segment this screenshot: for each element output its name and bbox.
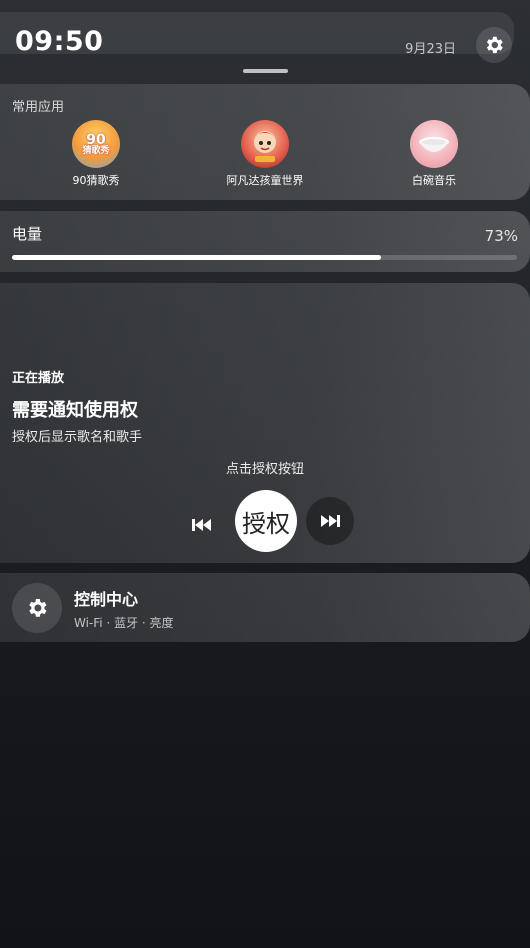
skip-previous-icon — [192, 519, 211, 531]
control-center-subtitle: Wi-Fi · 蓝牙 · 亮度 — [74, 616, 174, 630]
drag-handle[interactable] — [243, 69, 288, 73]
media-title: 需要通知使用权 — [12, 400, 138, 421]
battery-card: 电量 73% — [0, 211, 530, 272]
app-item-white-bowl-music[interactable]: 白碗音乐 — [364, 120, 504, 188]
white-bowl-music-app-icon — [410, 120, 458, 168]
app-label: 阿凡达孩童世界 — [226, 174, 304, 187]
app-label: 90猜歌秀 — [72, 174, 120, 187]
control-center-title: 控制中心 — [74, 590, 139, 609]
app-icon-badge-text: 猜歌秀 — [82, 145, 110, 156]
now-playing-label: 正在播放 — [12, 371, 65, 386]
battery-label: 电量 — [12, 225, 43, 243]
media-player-card: 正在播放 需要通知使用权 授权后显示歌名和歌手 点击授权按钮 授权 — [0, 283, 530, 563]
authorize-hint: 点击授权按钮 — [225, 462, 304, 477]
app-item-90-guess-song[interactable]: 90 猜歌秀 90猜歌秀 — [26, 120, 166, 188]
previous-track-button[interactable] — [180, 503, 224, 547]
authorize-button[interactable]: 授权 — [235, 490, 297, 552]
skip-next-icon — [321, 515, 340, 527]
bowl-icon — [419, 137, 449, 152]
settings-button[interactable] — [476, 27, 512, 63]
media-subtitle: 授权后显示歌名和歌手 — [12, 430, 143, 445]
gear-icon — [486, 36, 503, 54]
clock-time: 09:50 — [15, 26, 104, 57]
avatar-kids-world-app-icon — [241, 120, 289, 168]
battery-progress-fill — [12, 255, 381, 260]
control-center-settings-button[interactable] — [12, 583, 62, 633]
status-bar: 09:50 9月23日 — [0, 12, 514, 63]
gear-icon — [29, 599, 47, 617]
frequent-apps-card: 常用应用 90 猜歌秀 90猜歌秀 阿凡达孩童世界 白碗音乐 — [0, 84, 530, 200]
battery-percentage: 73% — [484, 227, 518, 245]
character-face-icon — [253, 131, 277, 162]
music-guess-app-icon: 90 猜歌秀 — [72, 120, 120, 168]
date-label: 9月23日 — [405, 42, 456, 57]
frequent-apps-title: 常用应用 — [12, 100, 65, 115]
battery-progress-track — [12, 255, 517, 260]
app-item-avatar-kids-world[interactable]: 阿凡达孩童世界 — [195, 120, 335, 188]
control-center-card[interactable]: 控制中心 Wi-Fi · 蓝牙 · 亮度 — [0, 573, 530, 642]
next-track-button[interactable] — [306, 497, 354, 545]
app-label: 白碗音乐 — [412, 174, 456, 187]
app-icon-badge-number: 90 — [86, 131, 106, 148]
